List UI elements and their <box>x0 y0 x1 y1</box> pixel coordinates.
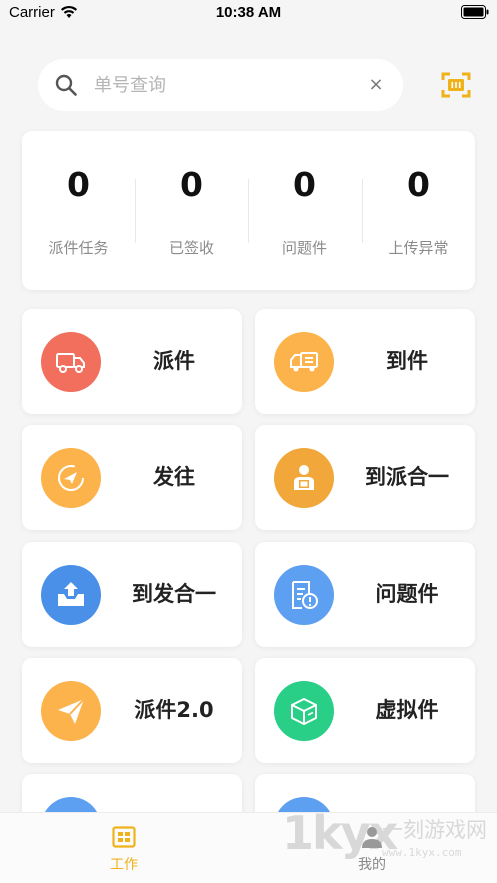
tile-label: 到件 <box>386 349 428 373</box>
search-bar[interactable]: × <box>38 59 403 111</box>
tile-arrive-send[interactable]: 到发合一 <box>22 542 242 647</box>
tile-label: 问题件 <box>375 582 439 606</box>
problem-document-icon <box>274 565 334 625</box>
stat-label: 上传异常 <box>388 239 449 257</box>
stat-label: 派件任务 <box>48 239 109 257</box>
stat-upload-errors[interactable]: 0 上传异常 <box>362 131 475 290</box>
scan-barcode-icon[interactable] <box>441 71 471 99</box>
tile-problem-parcel[interactable]: 问题件 <box>255 542 475 647</box>
stat-problem-parcels[interactable]: 0 问题件 <box>248 131 361 290</box>
stat-label: 问题件 <box>281 239 327 257</box>
stats-card: 0 派件任务 0 已签收 0 问题件 0 上传异常 <box>22 131 475 290</box>
search-input[interactable] <box>94 69 354 101</box>
tile-label: 虚拟件 <box>375 698 439 722</box>
battery-icon <box>461 5 489 19</box>
clear-icon[interactable]: × <box>364 73 388 97</box>
stat-value: 0 <box>180 165 203 204</box>
work-grid-icon <box>112 826 136 848</box>
tab-bar: 工作 我的 <box>0 812 497 883</box>
stat-value: 0 <box>293 165 316 204</box>
stat-value: 0 <box>67 165 90 204</box>
clock: 10:38 AM <box>215 4 282 21</box>
arrival-truck-icon <box>274 332 334 392</box>
tile-send-to[interactable]: 发往 <box>22 425 242 530</box>
tile-dispatch[interactable]: 派件 <box>22 309 242 414</box>
search-icon <box>55 74 77 96</box>
send-compass-icon <box>41 448 101 508</box>
tab-mine[interactable]: 我的 <box>248 813 496 883</box>
stat-dispatch-tasks[interactable]: 0 派件任务 <box>22 131 135 290</box>
delivery-truck-icon <box>41 332 101 392</box>
stat-label: 已签收 <box>168 239 214 257</box>
tile-label: 发往 <box>153 465 195 489</box>
upload-tray-icon <box>41 565 101 625</box>
status-bar: Carrier 10:38 AM <box>0 0 497 26</box>
stat-value: 0 <box>407 165 430 204</box>
stat-signed[interactable]: 0 已签收 <box>135 131 248 290</box>
tab-label: 我的 <box>358 857 386 873</box>
tile-label: 到发合一 <box>132 582 216 606</box>
tab-work[interactable]: 工作 <box>0 813 248 883</box>
tile-label: 到派合一 <box>365 465 449 489</box>
courier-package-icon <box>274 448 334 508</box>
tile-label: 派件2.0 <box>134 698 214 722</box>
tile-dispatch-2[interactable]: 派件2.0 <box>22 658 242 763</box>
person-icon <box>362 827 382 848</box>
tile-arrival[interactable]: 到件 <box>255 309 475 414</box>
tile-virtual-parcel[interactable]: 虚拟件 <box>255 658 475 763</box>
tile-arrive-dispatch[interactable]: 到派合一 <box>255 425 475 530</box>
paper-plane-icon <box>41 681 101 741</box>
tab-label: 工作 <box>110 857 138 873</box>
virtual-box-icon <box>274 681 334 741</box>
tile-label: 派件 <box>153 349 195 373</box>
